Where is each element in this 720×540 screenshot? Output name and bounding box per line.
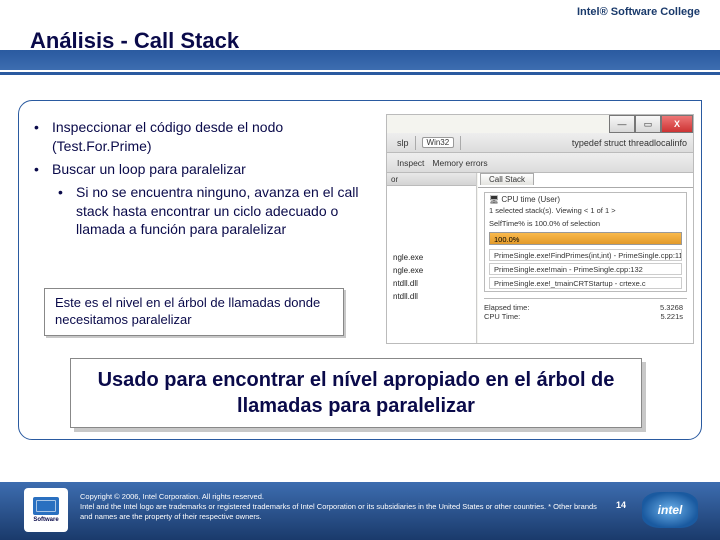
memory-errors-button[interactable]: Memory errors [432, 158, 487, 168]
trademark-line: Intel and the Intel logo are trademarks … [80, 502, 600, 522]
list-item[interactable]: ntdll.dll [387, 290, 476, 303]
list-item[interactable]: ntdll.dll [387, 277, 476, 290]
close-icon[interactable]: X [661, 115, 693, 133]
cpu-time-label: CPU Time: [484, 312, 520, 321]
list-item[interactable] [387, 238, 476, 251]
small-callout: Este es el nivel en el árbol de llamadas… [44, 288, 344, 336]
cpu-bar: 100.0% [489, 232, 682, 245]
elapsed-value: 5.3268 [660, 303, 683, 312]
toolbar-item[interactable]: slp [397, 138, 409, 148]
list-item[interactable]: ngle.exe [387, 264, 476, 277]
slide-footer: Software Copyright © 2006, Intel Corpora… [0, 482, 720, 540]
list-item[interactable] [387, 199, 476, 212]
list-item[interactable] [387, 212, 476, 225]
minimize-icon[interactable]: — [609, 115, 635, 133]
header-bar [0, 50, 720, 70]
page-number: 14 [616, 500, 626, 510]
selection-info-2: SelfTime% is 100.0% of selection [489, 219, 682, 228]
bullet-2a: Si no se encuentra ninguno, avanza en el… [76, 183, 374, 240]
bullet-list: •Inspeccionar el código desde el nodo (T… [34, 118, 374, 243]
elapsed-label: Elapsed time: [484, 303, 529, 312]
app-screenshot: — ▭ X slp Win32 typedef struct threadloc… [386, 114, 694, 344]
big-callout: Usado para encontrar el nível apropiado … [70, 358, 642, 428]
cpu-time-value: 5.221s [660, 312, 683, 321]
left-panel: or ngle.exe ngle.exe ntdll.dll ntdll.dll [387, 173, 477, 343]
branding: Intel® Software College [577, 6, 700, 18]
copyright-line: Copyright © 2006, Intel Corporation. All… [80, 492, 600, 502]
list-item[interactable] [387, 225, 476, 238]
summary-panel: Elapsed time: 5.3268 CPU Time: 5.221s [484, 298, 687, 321]
chip-icon [33, 497, 59, 515]
code-hint: typedef struct threadlocalinfo [572, 138, 693, 148]
inspect-button[interactable]: Inspect [397, 158, 424, 168]
platform-combo[interactable]: Win32 [422, 137, 455, 148]
maximize-icon[interactable]: ▭ [635, 115, 661, 133]
tab-call-stack[interactable]: Call Stack [480, 173, 534, 185]
left-panel-header: or [387, 173, 476, 186]
selection-info-1: 1 selected stack(s). Viewing < 1 of 1 > [489, 206, 682, 215]
stack-row[interactable]: PrimeSingle.exe!_tmainCRTStartup - crtex… [489, 277, 682, 289]
cpu-bar-label: 100.0% [494, 233, 519, 246]
app-toolbar-1: slp Win32 typedef struct threadlocalinfo [387, 133, 693, 153]
bullet-2: Buscar un loop para paralelizar [52, 160, 246, 179]
call-stack-panel: 🖥 CPU time (User) 1 selected stack(s). V… [478, 187, 693, 343]
intel-logo: intel [642, 492, 698, 528]
badge-label: Software [33, 517, 58, 523]
intel-software-badge: Software [24, 488, 68, 532]
list-item[interactable] [387, 186, 476, 199]
stack-row[interactable]: PrimeSingle.exe!main - PrimeSingle.cpp:1… [489, 263, 682, 275]
app-toolbar-2: Inspect Memory errors [387, 153, 693, 173]
stack-row[interactable]: PrimeSingle.exe!FindPrimes(int,int) - Pr… [489, 249, 682, 261]
footer-legal: Copyright © 2006, Intel Corporation. All… [80, 492, 600, 521]
list-item[interactable]: ngle.exe [387, 251, 476, 264]
cpu-title: CPU time (User) [501, 195, 560, 204]
header-bar-thin [0, 72, 720, 75]
bullet-1: Inspeccionar el código desde el nodo (Te… [52, 118, 374, 156]
